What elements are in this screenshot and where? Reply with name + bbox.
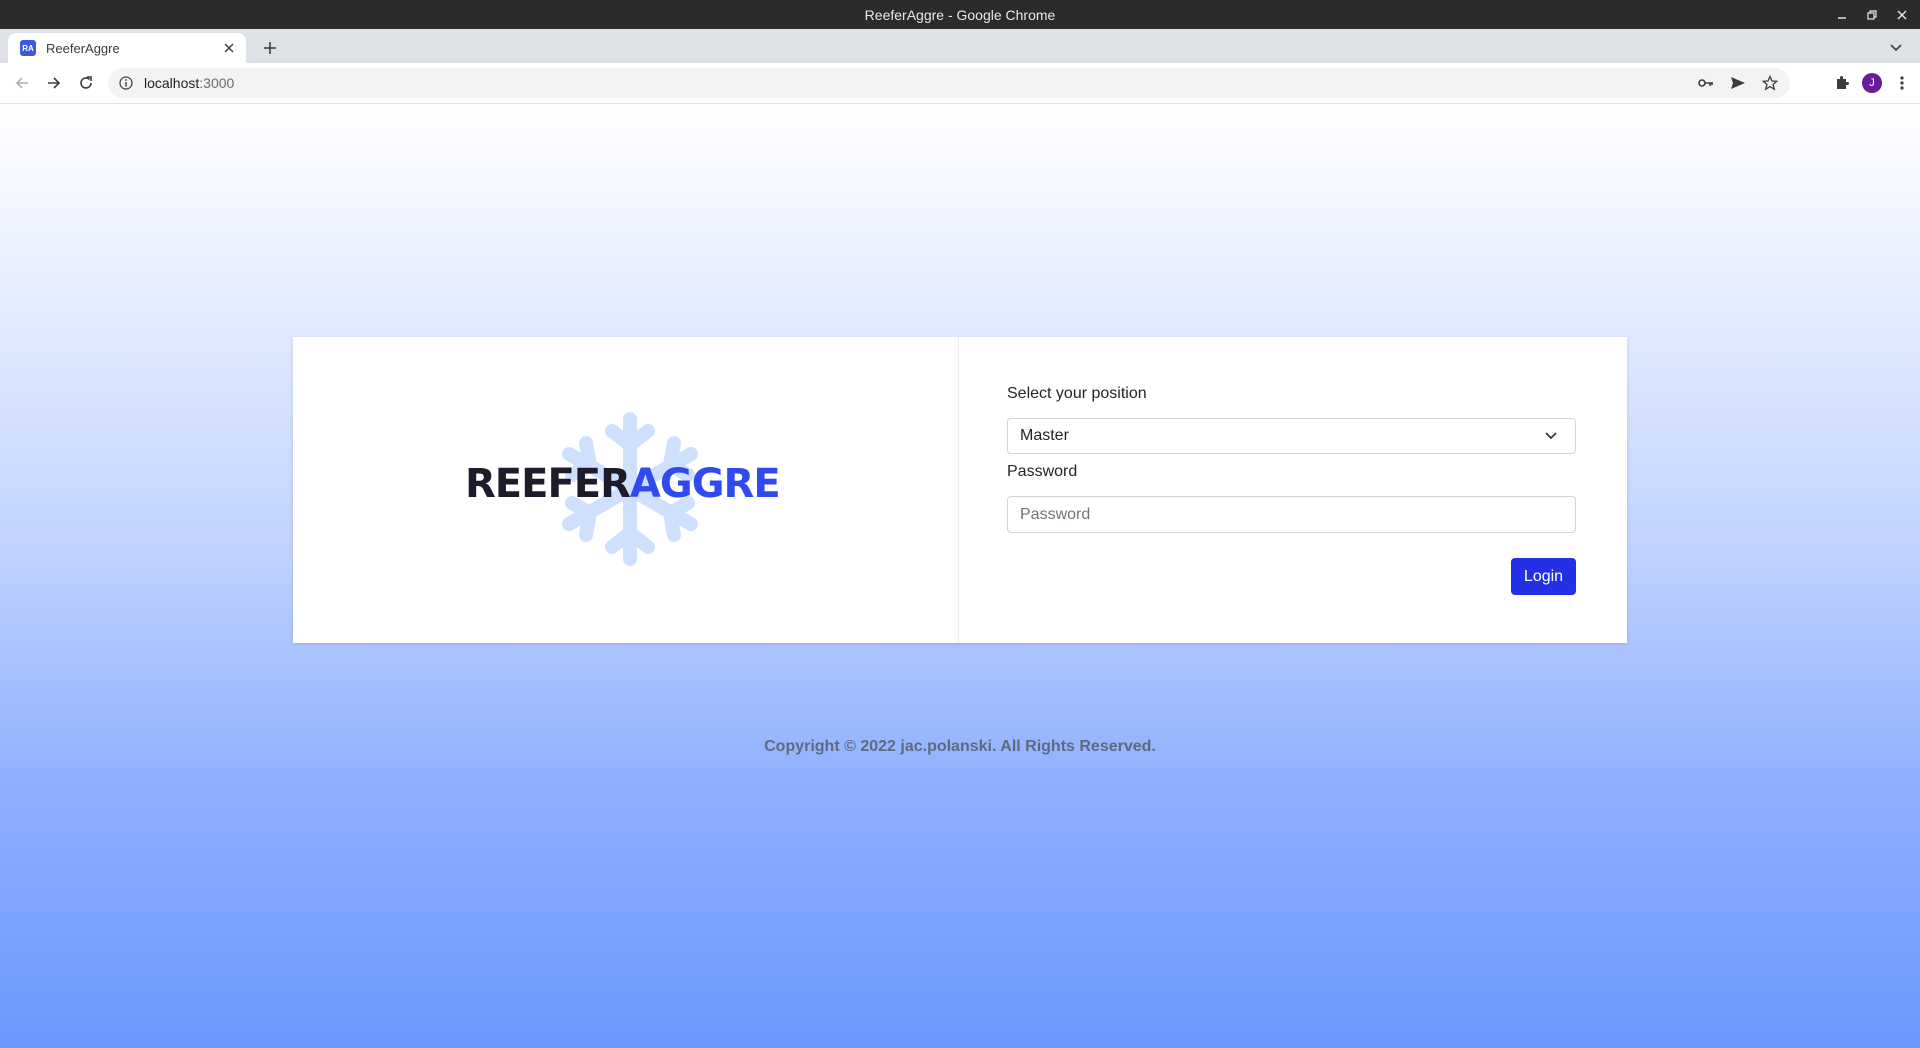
tab-close-icon[interactable] xyxy=(218,37,240,59)
url-host: localhost xyxy=(144,75,200,91)
back-icon[interactable] xyxy=(10,71,34,95)
key-icon[interactable] xyxy=(1694,71,1718,95)
window-title: ReeferAggre - Google Chrome xyxy=(864,6,1056,23)
tab-reeferaggre[interactable]: RA ReeferAggre xyxy=(8,33,246,63)
login-button[interactable]: Login xyxy=(1511,558,1576,595)
forward-icon[interactable] xyxy=(42,71,66,95)
login-form: Select your position Master Password Log… xyxy=(959,337,1627,643)
minimize-icon[interactable] xyxy=(1834,7,1850,23)
send-icon[interactable] xyxy=(1726,71,1750,95)
tab-title: ReeferAggre xyxy=(46,40,120,56)
logo-panel: REEFERAGGRE xyxy=(293,337,959,643)
bookmark-star-icon[interactable] xyxy=(1758,71,1782,95)
login-card: REEFERAGGRE Select your position Master … xyxy=(293,337,1627,643)
toolbar-right: J xyxy=(1830,71,1914,95)
reeferaggre-logo: REEFERAGGRE xyxy=(465,409,795,569)
profile-avatar[interactable]: J xyxy=(1862,73,1882,93)
site-info-icon[interactable] xyxy=(118,75,134,91)
window-titlebar: ReeferAggre - Google Chrome xyxy=(0,0,1920,29)
logo-wordmark-part1: REEFER xyxy=(465,461,631,507)
tab-search-chevron-icon[interactable] xyxy=(1884,36,1908,60)
url-port: :3000 xyxy=(199,75,235,91)
extensions-puzzle-icon[interactable] xyxy=(1830,71,1854,95)
address-bar-actions xyxy=(1694,71,1782,95)
window-controls xyxy=(1834,0,1910,29)
close-window-icon[interactable] xyxy=(1894,7,1910,23)
favicon-icon: RA xyxy=(20,40,36,56)
url-text: localhost:3000 xyxy=(144,75,234,91)
restore-icon[interactable] xyxy=(1864,7,1880,23)
copyright-footer: Copyright © 2022 jac.polanski. All Right… xyxy=(764,738,1156,755)
browser-toolbar: localhost:3000 J xyxy=(0,63,1920,104)
address-bar[interactable]: localhost:3000 xyxy=(108,68,1790,98)
page-background: REEFERAGGRE Select your position Master … xyxy=(0,104,1920,1048)
reload-icon[interactable] xyxy=(74,71,98,95)
position-select-value: Master xyxy=(1020,427,1069,444)
position-label: Select your position xyxy=(1007,385,1147,402)
tab-strip: RA ReeferAggre xyxy=(0,29,1920,63)
position-select[interactable]: Master xyxy=(1007,418,1576,454)
logo-wordmark-part2: AGGRE xyxy=(629,461,781,507)
password-input[interactable] xyxy=(1007,496,1576,533)
menu-kebab-icon[interactable] xyxy=(1890,71,1914,95)
logo-wordmark: REEFERAGGRE xyxy=(465,461,795,507)
chevron-down-icon xyxy=(1541,426,1561,446)
password-label: Password xyxy=(1007,463,1078,480)
new-tab-icon[interactable] xyxy=(258,36,282,60)
